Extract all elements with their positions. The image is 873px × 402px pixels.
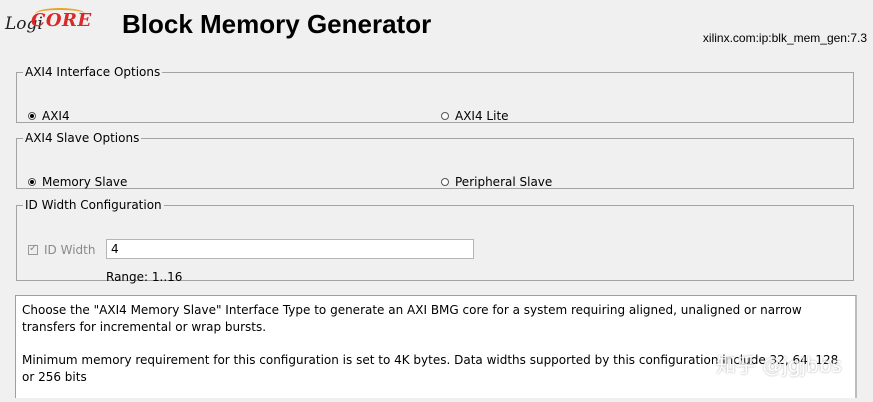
axi4-interface-options-legend: AXI4 Interface Options <box>25 65 161 79</box>
axi4-slave-options-legend: AXI4 Slave Options <box>25 131 140 145</box>
id-width-checkbox[interactable]: ID Width <box>28 243 95 257</box>
radio-axi4[interactable]: AXI4 <box>28 109 70 123</box>
info-paragraph-1: Choose the "AXI4 Memory Slave" Interface… <box>22 303 802 334</box>
watermark: 知乎 @jgjbbs <box>716 353 842 377</box>
id-width-input[interactable] <box>106 239 474 259</box>
header: Logi CORE Block Memory Generator xilinx.… <box>0 0 873 60</box>
logicore-logo: Logi CORE <box>5 8 91 42</box>
id-width-range: Range: 1..16 <box>106 270 183 284</box>
logo-core-text: CORE <box>31 10 92 31</box>
radio-unselected-icon[interactable] <box>441 112 449 120</box>
radio-memory-slave[interactable]: Memory Slave <box>28 175 127 189</box>
id-width-configuration-group: ID Width Configuration ID Width Range: 1… <box>16 198 854 284</box>
radio-axi4-label: AXI4 <box>42 109 70 123</box>
axi4-interface-options-group: AXI4 Interface Options AXI4 AXI4 Lite <box>16 65 854 123</box>
radio-selected-icon[interactable] <box>28 112 36 120</box>
radio-unselected-icon[interactable] <box>441 178 449 186</box>
info-panel: Choose the "AXI4 Memory Slave" Interface… <box>15 295 857 398</box>
id-width-configuration-legend: ID Width Configuration <box>25 198 162 212</box>
id-width-checkbox-label: ID Width <box>44 243 96 257</box>
ip-vlnv-label: xilinx.com:ip:blk_mem_gen:7.3 <box>702 31 867 45</box>
radio-axi4-lite[interactable]: AXI4 Lite <box>441 109 509 123</box>
radio-peripheral-slave[interactable]: Peripheral Slave <box>441 175 552 189</box>
radio-selected-icon[interactable] <box>28 178 36 186</box>
axi4-slave-options-group: AXI4 Slave Options Memory Slave Peripher… <box>16 131 854 189</box>
radio-memory-slave-label: Memory Slave <box>42 175 128 189</box>
checkbox-checked-icon[interactable] <box>28 243 38 255</box>
radio-peripheral-slave-label: Peripheral Slave <box>455 175 553 189</box>
page-title: Block Memory Generator <box>122 9 432 39</box>
radio-axi4-lite-label: AXI4 Lite <box>455 109 509 123</box>
